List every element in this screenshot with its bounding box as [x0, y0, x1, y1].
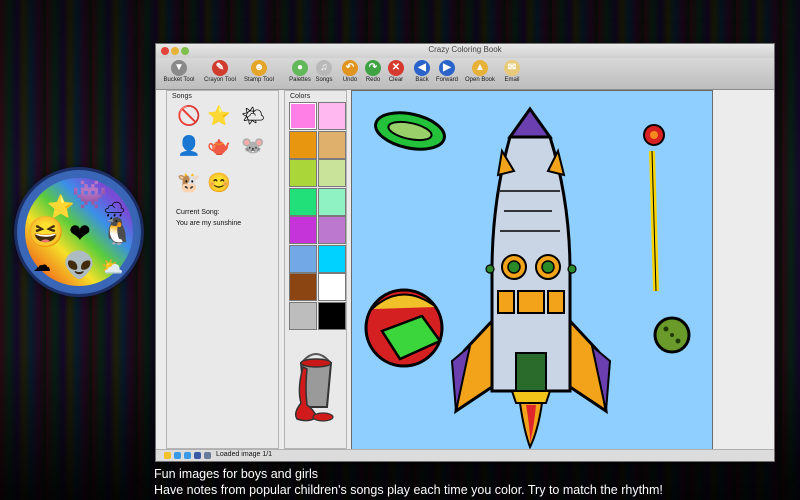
undo-button[interactable]: ↶ Undo: [340, 60, 360, 83]
stamp-tool-button[interactable]: ☻ Stamp Tool: [241, 60, 277, 83]
forward-arrow-icon: ▶: [439, 60, 455, 76]
toolbar-button-label: Undo: [342, 77, 358, 83]
toolbar-button-label: Redo: [365, 77, 381, 83]
music-note-icon: ♫: [316, 60, 332, 76]
palettes-button[interactable]: ● Palettes: [287, 60, 313, 83]
clear-button[interactable]: ✕ Clear: [386, 60, 406, 83]
toolbar-button-label: Forward: [435, 77, 458, 83]
toolbar-button-label: Stamp Tool: [244, 77, 274, 83]
color-swatch[interactable]: [289, 244, 317, 273]
sun-cloud-icon[interactable]: 🌤: [241, 105, 265, 129]
app-window: Crazy Coloring Book ▼ Bucket Tool ✎ Crayon …: [155, 43, 775, 462]
open-book-icon: ▲: [472, 60, 488, 76]
bucket-icon: ▼: [171, 60, 187, 76]
clear-x-icon: ✕: [388, 60, 404, 76]
app-badge-icon: ⭐ 👾 🌧 😆 ❤ 🐧 ☁ 👽 ⛅: [17, 170, 141, 294]
teapot-icon[interactable]: 🫖: [207, 135, 231, 159]
color-swatch[interactable]: [318, 187, 346, 216]
toolbar-button-label: Palettes: [289, 77, 311, 83]
toolbar-button-label: Songs: [315, 77, 333, 83]
email-button[interactable]: ✉ Email: [502, 60, 522, 83]
color-swatch[interactable]: [289, 102, 317, 130]
palette-icon: ●: [292, 60, 308, 76]
star-icon: ⭐: [47, 194, 75, 219]
color-swatch[interactable]: [289, 216, 317, 244]
smiley-icon[interactable]: 😊: [207, 172, 231, 196]
crayon-icon: ✎: [212, 60, 228, 76]
email-icon: ✉: [504, 60, 520, 76]
star-rating-icon[interactable]: [164, 452, 171, 459]
current-song-name: You are my sunshine: [176, 220, 242, 227]
toolbar-button-label: Clear: [388, 77, 404, 83]
window-title: Crazy Coloring Book: [428, 45, 502, 54]
cow-icon[interactable]: 🐮: [177, 172, 201, 196]
colors-panel: Colors: [284, 90, 347, 449]
no-song-icon[interactable]: 🚫: [177, 105, 201, 129]
redo-button[interactable]: ↷ Redo: [363, 60, 383, 83]
back-button[interactable]: ◀ Back: [412, 60, 432, 83]
caption-line-2: Have notes from popular children's songs…: [154, 483, 663, 497]
color-swatch[interactable]: [318, 102, 346, 130]
twitter-icon[interactable]: [174, 452, 181, 459]
forward-button[interactable]: ▶ Forward: [434, 60, 460, 83]
color-swatch[interactable]: [289, 301, 317, 330]
mouse-icon[interactable]: 🐭: [241, 135, 265, 159]
color-swatch[interactable]: [289, 130, 317, 159]
color-swatch[interactable]: [318, 273, 346, 301]
smiley-icon: 😆: [27, 216, 65, 249]
color-swatch[interactable]: [318, 216, 346, 244]
toolbar-button-label: Bucket Tool: [163, 77, 195, 83]
green-monster-icon: 👾: [72, 179, 107, 210]
back-arrow-icon: ◀: [414, 60, 430, 76]
toolbar-button-label: Crayon Tool: [204, 77, 236, 83]
current-song-label: Current Song:: [176, 209, 220, 216]
status-text: Loaded image 1/1: [216, 451, 273, 458]
songs-panel-title: Songs: [172, 93, 192, 100]
toolbar-button-label: Back: [415, 77, 429, 83]
stamp-icon: ☻: [251, 60, 267, 76]
current-color-bucket-icon: [294, 353, 334, 422]
songs-panel: Songs Current Song: You are my sunshine …: [166, 90, 279, 449]
open-book-button[interactable]: ▲ Open Book: [463, 60, 497, 83]
heart-icon: ❤: [69, 218, 91, 248]
penguin-icon: 🐧: [101, 216, 134, 246]
color-swatch[interactable]: [289, 187, 317, 216]
status-bar: Loaded image 1/1: [156, 449, 774, 461]
coloring-canvas[interactable]: [351, 90, 713, 450]
bucket-tool-button[interactable]: ▼ Bucket Tool: [161, 60, 197, 83]
people-icon[interactable]: [204, 452, 211, 459]
songs-button[interactable]: ♫ Songs: [313, 60, 335, 83]
person-icon[interactable]: 👤: [177, 135, 201, 159]
color-swatch[interactable]: [318, 159, 346, 187]
color-swatch[interactable]: [289, 273, 317, 301]
crayon-tool-button[interactable]: ✎ Crayon Tool: [201, 60, 239, 83]
color-swatch[interactable]: [318, 301, 346, 330]
toolbar-button-label: Open Book: [464, 77, 496, 83]
star-icon[interactable]: ⭐: [207, 105, 231, 129]
color-swatch[interactable]: [318, 244, 346, 273]
toolbar: ▼ Bucket Tool ✎ Crayon Tool ☻ Stamp Tool ● Pale…: [156, 58, 774, 90]
colors-panel-title: Colors: [290, 93, 311, 100]
undo-icon: ↶: [342, 60, 358, 76]
alien-icon: 👽: [63, 250, 96, 280]
title-bar: Crazy Coloring Book: [156, 44, 774, 58]
facebook-icon[interactable]: [194, 452, 201, 459]
color-swatch[interactable]: [318, 130, 346, 159]
share-icon[interactable]: [184, 452, 191, 459]
toolbar-button-label: Email: [504, 77, 520, 83]
rocket-line-art-image[interactable]: [352, 91, 712, 450]
cloud-icon: ☁: [33, 255, 51, 275]
caption-line-1: Fun images for boys and girls: [154, 467, 318, 481]
color-swatch[interactable]: [289, 159, 317, 187]
sun-cloud-icon: ⛅: [101, 257, 124, 277]
redo-icon: ↷: [365, 60, 381, 76]
